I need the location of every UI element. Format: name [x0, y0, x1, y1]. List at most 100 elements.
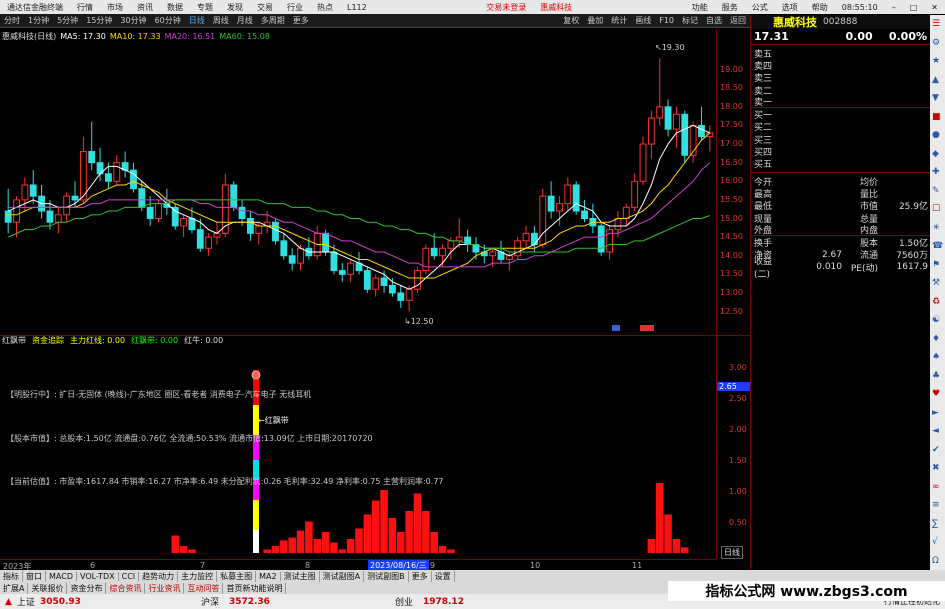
info-tab[interactable]: 综合资讯: [106, 582, 146, 594]
period-daily-button[interactable]: 日线: [721, 546, 743, 559]
ask-row[interactable]: 卖三: [751, 72, 930, 84]
menu-topic[interactable]: 专题: [190, 2, 220, 13]
side-tool-icon[interactable]: ♣: [932, 371, 940, 381]
side-tool-icon[interactable]: ✖: [932, 463, 940, 473]
menu-help[interactable]: 帮助: [805, 2, 835, 13]
menu-formula[interactable]: 公式: [745, 2, 775, 13]
side-tool-icon[interactable]: ∞: [932, 482, 940, 492]
side-tool-icon[interactable]: ▲: [932, 75, 939, 85]
info-tab[interactable]: 扩展A: [0, 582, 29, 594]
side-tool-icon[interactable]: ☐: [932, 204, 940, 214]
side-tool-icon[interactable]: ∑: [932, 519, 938, 529]
tool-back[interactable]: 返回: [726, 15, 750, 26]
period-1min[interactable]: 1分钟: [24, 15, 53, 26]
indicator-tab[interactable]: CCI: [119, 571, 140, 581]
hs-index-value[interactable]: 3572.36: [224, 597, 275, 607]
indicator-tab[interactable]: MA2: [256, 571, 281, 581]
minimize-icon[interactable]: –: [885, 3, 903, 12]
side-tool-icon[interactable]: ●: [932, 130, 940, 140]
side-tool-icon[interactable]: ♦: [932, 334, 940, 344]
info-tab[interactable]: 行业资讯: [145, 582, 185, 594]
info-tab[interactable]: 互动问答: [184, 582, 224, 594]
side-tool-icon[interactable]: ☎: [932, 241, 943, 251]
side-tool-icon[interactable]: ♥: [932, 389, 940, 399]
close-icon[interactable]: ✕: [924, 3, 945, 12]
ask-row[interactable]: 卖二: [751, 84, 930, 97]
menu-options[interactable]: 选项: [775, 2, 805, 13]
info-tab[interactable]: 资金分布: [67, 582, 107, 594]
period-5min[interactable]: 5分钟: [53, 15, 82, 26]
side-tool-icon[interactable]: ☀: [932, 223, 940, 233]
menu-discover[interactable]: 发现: [220, 2, 250, 13]
period-multi[interactable]: 多周期: [257, 15, 289, 26]
side-tool-icon[interactable]: √: [932, 537, 938, 547]
side-tool-icon[interactable]: ⚙: [932, 38, 940, 48]
indicator-tab[interactable]: 主力监控: [178, 570, 218, 582]
main-chart[interactable]: 惠威科技(日线) MA5: 17.30 MA10: 17.33 MA20: 16…: [0, 29, 716, 335]
side-tool-icon[interactable]: ★: [932, 56, 940, 66]
tool-overlay[interactable]: 叠加: [583, 15, 607, 26]
menu-industry[interactable]: 行业: [280, 2, 310, 13]
period-60min[interactable]: 60分钟: [151, 15, 185, 26]
menu-market[interactable]: 市场: [100, 2, 130, 13]
menu-data[interactable]: 数据: [160, 2, 190, 13]
side-tool-icon[interactable]: ☯: [932, 315, 940, 325]
indicator-tab[interactable]: 私募主图: [217, 570, 257, 582]
info-tab[interactable]: 关联报价: [28, 582, 68, 594]
bid-row[interactable]: 买三: [751, 133, 930, 146]
tool-draw[interactable]: 画线: [631, 15, 655, 26]
trade-login-alert[interactable]: 交易未登录: [479, 2, 533, 13]
period-30min[interactable]: 30分钟: [116, 15, 150, 26]
side-tool-icon[interactable]: ▼: [932, 93, 939, 103]
menu-news[interactable]: 资讯: [130, 2, 160, 13]
side-tool-icon[interactable]: ≡: [932, 500, 940, 510]
ask-row[interactable]: 卖一: [751, 96, 930, 109]
tool-watchlist[interactable]: 自选: [702, 15, 726, 26]
side-tool-icon[interactable]: Ω: [932, 556, 939, 566]
side-tool-icon[interactable]: ☰: [932, 19, 940, 29]
indicator-tab[interactable]: 测试主图: [281, 570, 320, 582]
indicator-tab[interactable]: VOL-TDX: [77, 571, 119, 581]
side-tool-icon[interactable]: ♠: [932, 352, 940, 362]
indicator-tab[interactable]: 趋势动力: [139, 570, 179, 582]
info-tab[interactable]: 首页新功能说明: [223, 582, 287, 594]
period-more[interactable]: 更多: [289, 15, 313, 26]
period-15min[interactable]: 15分钟: [82, 15, 116, 26]
side-tool-icon[interactable]: ♻: [932, 297, 940, 307]
menu-func[interactable]: 功能: [685, 2, 715, 13]
stock-alert[interactable]: 惠威科技: [533, 2, 579, 13]
side-tool-icon[interactable]: ⚑: [932, 260, 940, 270]
indicator-tab[interactable]: 指标: [0, 570, 23, 582]
maximize-icon[interactable]: □: [903, 3, 925, 12]
bid-row[interactable]: 买四: [751, 145, 930, 158]
tool-mark[interactable]: 标记: [678, 15, 702, 26]
side-tool-icon[interactable]: ►: [932, 408, 939, 418]
side-tool-icon[interactable]: ◆: [932, 149, 939, 159]
side-tool-icon[interactable]: ⚒: [932, 278, 940, 288]
indicator-tab[interactable]: 窗口: [23, 570, 46, 582]
indicator-tab[interactable]: 设置: [432, 570, 455, 582]
menu-quotes[interactable]: 行情: [70, 2, 100, 13]
period-monthly[interactable]: 月线: [233, 15, 257, 26]
period-intraday[interactable]: 分时: [0, 15, 24, 26]
period-daily[interactable]: 日线: [185, 15, 209, 26]
side-tool-icon[interactable]: ✎: [932, 186, 940, 196]
bid-row[interactable]: 买一: [751, 108, 930, 121]
sub-chart[interactable]: 【明股行中】: 扩日-无固体 (晚线)-广东地区 圈区-看老者 消费电子-汽车电…: [0, 345, 716, 559]
bid-row[interactable]: 买五: [751, 158, 930, 170]
menu-service[interactable]: 服务: [715, 2, 745, 13]
period-weekly[interactable]: 周线: [209, 15, 233, 26]
sh-index-value[interactable]: 3050.93: [35, 597, 86, 607]
side-tool-icon[interactable]: ◄: [932, 426, 939, 436]
menu-trade[interactable]: 交易: [250, 2, 280, 13]
indicator-tab[interactable]: 测试副图A: [320, 570, 365, 582]
side-tool-icon[interactable]: ✔: [932, 445, 940, 455]
menu-level[interactable]: L112: [340, 3, 374, 12]
tool-f10[interactable]: F10: [655, 16, 678, 25]
indicator-tab[interactable]: MACD: [46, 571, 77, 581]
side-tool-icon[interactable]: ■: [932, 112, 941, 122]
indicator-tab[interactable]: 测试副图B: [364, 570, 409, 582]
cy-index-value[interactable]: 1978.12: [418, 597, 469, 607]
indicator-tab[interactable]: 更多: [409, 570, 432, 582]
side-tool-icon[interactable]: ✚: [932, 167, 940, 177]
